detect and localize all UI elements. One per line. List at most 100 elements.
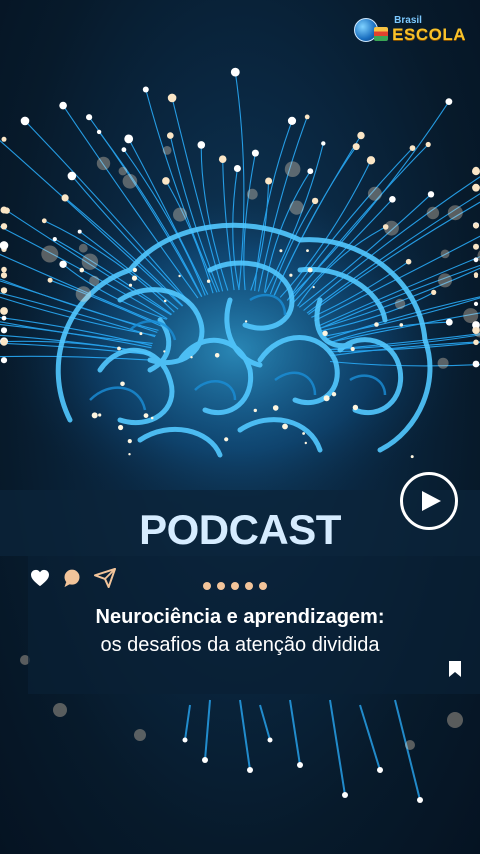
neuron-node — [265, 177, 273, 185]
neuron-node — [67, 171, 77, 181]
neuron-node — [352, 143, 360, 151]
synapse-spark — [143, 413, 149, 418]
synapse-spark — [190, 356, 193, 359]
neuron-node — [304, 114, 310, 120]
bokeh-light — [89, 275, 100, 286]
neuron-node — [1, 266, 7, 273]
carousel-dot[interactable] — [203, 582, 211, 590]
neuron-node — [3, 207, 10, 214]
synapse-spark — [410, 455, 414, 459]
neuron-node — [425, 141, 431, 148]
neuron-node — [427, 191, 435, 198]
neuron-node — [0, 357, 8, 364]
synapse-spark — [132, 267, 138, 273]
synapse-spark — [352, 404, 359, 411]
send-icon[interactable] — [94, 567, 116, 592]
neuron-node — [311, 197, 319, 205]
neural-brain-illustration — [0, 67, 480, 803]
neuron-node — [474, 274, 478, 278]
neuron-node — [357, 131, 365, 140]
bokeh-light — [162, 146, 172, 155]
neuron-node — [0, 307, 8, 315]
neuron-node — [61, 194, 69, 202]
neuron-node — [472, 360, 480, 368]
synapse-spark — [163, 350, 166, 353]
neuron-node — [86, 114, 93, 121]
neuron-node — [473, 243, 479, 250]
synapse-spark — [307, 267, 313, 273]
neuron-node — [162, 177, 170, 185]
bokeh-light — [246, 188, 258, 200]
synapse-spark — [79, 267, 85, 273]
synapse-spark — [306, 249, 309, 253]
bokeh-light — [122, 174, 138, 189]
synapse-spark — [289, 273, 293, 277]
bokeh-light — [75, 286, 92, 302]
bokeh-light — [284, 161, 301, 177]
synapse-spark — [322, 330, 328, 336]
synapse-spark — [331, 392, 337, 397]
neuron-node — [0, 272, 8, 279]
carousel-indicator — [203, 582, 267, 590]
neuron-node — [77, 229, 82, 234]
neuron-node — [473, 166, 479, 173]
neuron-node — [96, 129, 102, 135]
neuron-node — [124, 134, 134, 144]
bokeh-light — [394, 298, 406, 310]
logo-line2: ESCOLA — [392, 25, 466, 44]
synapse-spark — [312, 286, 315, 289]
synapse-spark — [302, 432, 305, 435]
bokeh-light — [437, 357, 449, 369]
bokeh-light — [384, 220, 399, 236]
neuron-node — [0, 223, 8, 230]
bokeh-light — [81, 253, 99, 270]
carousel-dot[interactable] — [231, 582, 239, 590]
bokeh-light — [447, 205, 463, 221]
synapse-spark — [128, 283, 133, 287]
neuron-node — [167, 93, 177, 103]
bokeh-light — [463, 308, 479, 324]
synapse-spark — [139, 332, 143, 336]
synapse-spark — [279, 249, 283, 253]
bokeh-light — [367, 186, 382, 201]
bokeh-light — [118, 166, 128, 176]
synapse-spark — [163, 299, 167, 303]
carousel-dot[interactable] — [259, 582, 267, 590]
bokeh-light — [78, 243, 88, 253]
neuron-node — [121, 147, 127, 153]
neuron-node — [52, 237, 57, 242]
carousel-dot[interactable] — [217, 582, 225, 590]
story-frame: Brasil ESCOLA PODCAST Neurociência e apr… — [0, 0, 480, 854]
neuron-node — [431, 289, 437, 295]
neuron-node — [473, 223, 479, 229]
brasil-escola-logo[interactable]: Brasil ESCOLA — [354, 16, 466, 43]
neuron-node — [167, 132, 174, 139]
neuron-node — [59, 260, 67, 268]
synapse-spark — [120, 381, 125, 387]
synapse-spark — [150, 416, 154, 420]
neuron-node — [409, 145, 416, 152]
social-actions — [30, 567, 116, 592]
synapse-spark — [253, 408, 257, 413]
synapse-spark — [282, 423, 288, 430]
heart-icon[interactable] — [30, 569, 50, 591]
bokeh-light — [289, 200, 304, 215]
neuron-node — [20, 116, 30, 126]
neuron-node — [473, 327, 479, 333]
comment-icon[interactable] — [62, 568, 82, 592]
neuron-node — [218, 155, 227, 163]
bookmark-icon[interactable] — [448, 660, 462, 682]
neuron-node — [473, 257, 479, 263]
neuron-node — [473, 339, 479, 346]
synapse-spark — [178, 274, 181, 278]
play-button[interactable] — [400, 472, 458, 530]
synapse-spark — [206, 279, 211, 283]
episode-title-bold: Neurociência e aprendizagem: — [95, 606, 385, 628]
synapse-spark — [224, 437, 229, 442]
carousel-dot[interactable] — [245, 582, 253, 590]
neuron-node — [233, 165, 241, 172]
synapse-spark — [214, 353, 220, 358]
bokeh-light — [438, 273, 452, 288]
neuron-node — [287, 116, 297, 125]
neuron-node — [197, 141, 206, 149]
